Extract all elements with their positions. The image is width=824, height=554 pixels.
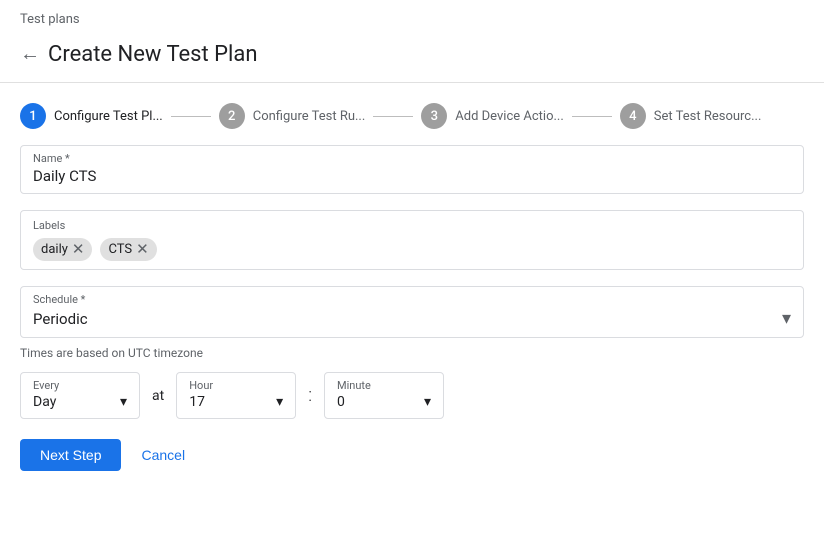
labels-field[interactable]: Labels daily ✕ CTS ✕ (20, 210, 804, 270)
hour-dropdown-icon: ▾ (276, 394, 283, 410)
timezone-note: Times are based on UTC timezone (20, 346, 804, 360)
name-label: Name * (33, 152, 791, 165)
next-step-button[interactable]: Next Step (20, 439, 121, 471)
chip-daily-text: daily (41, 242, 68, 257)
step-2-label: Configure Test Ru... (253, 109, 366, 124)
step-connector-2 (373, 116, 413, 117)
schedule-label: Schedule * (33, 293, 791, 306)
schedule-select[interactable]: Schedule * Periodic ▾ (20, 286, 804, 338)
every-label: Every (33, 379, 127, 392)
step-1-label: Configure Test Pl... (54, 109, 163, 124)
periodic-row: Every Day ▾ at Hour 17 ▾ : Minute 0 ▾ (20, 372, 804, 419)
step-4-label: Set Test Resourc... (654, 109, 762, 124)
chip-daily: daily ✕ (33, 238, 92, 261)
name-field[interactable]: Name * Daily CTS (20, 145, 804, 194)
step-2: 2 Configure Test Ru... (219, 103, 366, 129)
chip-daily-remove-icon: ✕ (72, 242, 85, 257)
every-value: Day (33, 394, 56, 410)
every-dropdown-icon: ▾ (120, 394, 127, 410)
minute-select[interactable]: Minute 0 ▾ (324, 372, 444, 419)
every-select[interactable]: Every Day ▾ (20, 372, 140, 419)
name-value: Daily CTS (33, 167, 96, 185)
step-3-circle: 3 (421, 103, 447, 129)
step-4: 4 Set Test Resourc... (620, 103, 762, 129)
step-3-label: Add Device Actio... (455, 109, 564, 124)
chip-cts-remove[interactable]: ✕ (136, 242, 149, 257)
colon-separator: : (308, 385, 312, 406)
minute-value: 0 (337, 394, 345, 410)
minute-dropdown-icon: ▾ (424, 394, 431, 410)
chip-cts-remove-icon: ✕ (136, 242, 149, 257)
schedule-dropdown-icon: ▾ (782, 308, 791, 329)
action-row: Next Step Cancel (0, 439, 824, 471)
step-1: 1 Configure Test Pl... (20, 103, 163, 129)
labels-label: Labels (33, 219, 791, 232)
hour-select[interactable]: Hour 17 ▾ (176, 372, 296, 419)
step-3: 3 Add Device Actio... (421, 103, 564, 129)
chips-container: daily ✕ CTS ✕ (33, 238, 791, 261)
at-label: at (152, 388, 164, 404)
step-connector-3 (572, 116, 612, 117)
chip-daily-remove[interactable]: ✕ (72, 242, 85, 257)
stepper: 1 Configure Test Pl... 2 Configure Test … (0, 83, 824, 145)
hour-value: 17 (189, 394, 205, 410)
cancel-button[interactable]: Cancel (137, 439, 189, 471)
chip-cts: CTS ✕ (100, 238, 156, 261)
hour-label: Hour (189, 379, 283, 392)
step-2-circle: 2 (219, 103, 245, 129)
breadcrumb: Test plans (0, 0, 824, 35)
schedule-value: Periodic (33, 310, 88, 328)
schedule-section: Schedule * Periodic ▾ (20, 286, 804, 338)
step-4-circle: 4 (620, 103, 646, 129)
step-connector-1 (171, 116, 211, 117)
back-button[interactable]: ← (20, 39, 48, 70)
chip-cts-text: CTS (108, 242, 132, 257)
page-title: Create New Test Plan (48, 42, 258, 67)
step-1-circle: 1 (20, 103, 46, 129)
back-icon: ← (20, 43, 40, 66)
minute-label: Minute (337, 379, 431, 392)
